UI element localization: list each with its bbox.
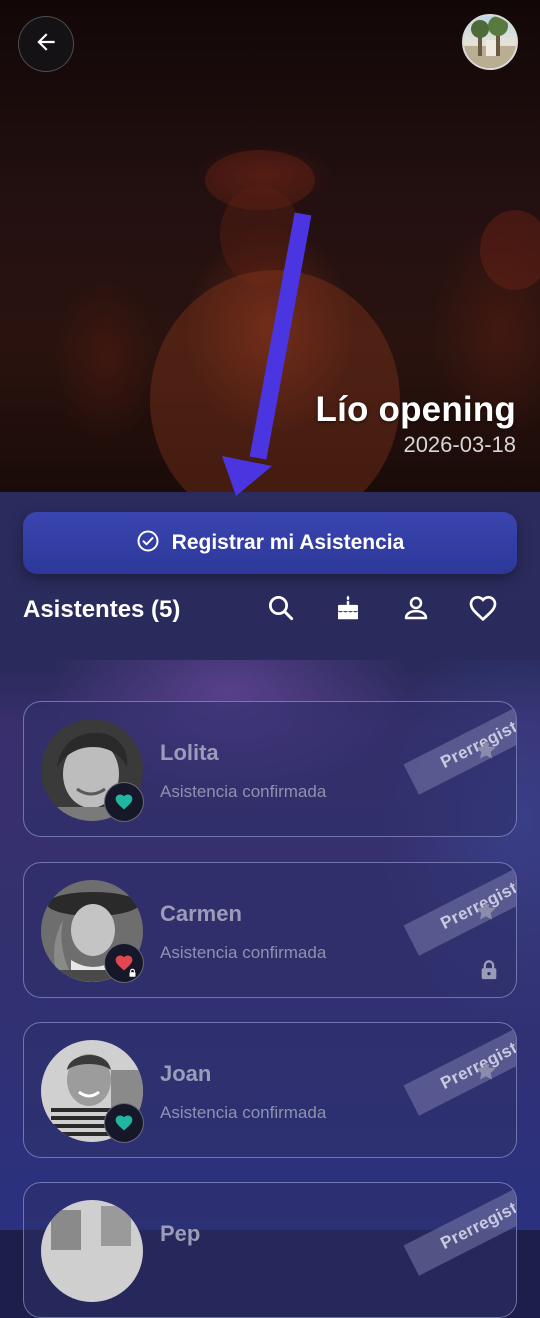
search-button[interactable] [263, 592, 299, 628]
heart-icon [115, 1115, 133, 1131]
attendee-card[interactable]: Pep Prerregistro [23, 1182, 517, 1318]
preregistration-ribbon: Prerregistro [403, 1183, 517, 1276]
user-avatar[interactable] [462, 14, 518, 70]
attendee-avatar [41, 1200, 143, 1302]
attendee-status: Asistencia confirmada [160, 1103, 327, 1122]
attendee-name: Pep [160, 1221, 201, 1246]
arrow-left-icon [33, 29, 59, 60]
preregistration-ribbon: Prerregistro [403, 1023, 516, 1116]
attendee-name: Joan [160, 1061, 212, 1086]
attendee-card[interactable]: Lolita Asistencia confirmada Prerregistr… [23, 701, 517, 837]
event-date: 2026-03-18 [403, 432, 516, 457]
hero-figure-body [150, 270, 400, 492]
cake-icon [333, 593, 363, 628]
attendee-card[interactable]: Carmen Asistencia confirmada Prerregistr… [23, 862, 517, 998]
heart-icon [115, 794, 133, 810]
search-icon [266, 593, 296, 628]
attendee-status: Asistencia confirmada [160, 782, 327, 801]
back-button[interactable] [18, 16, 74, 72]
star-icon[interactable] [474, 899, 498, 923]
attendance-badge [104, 1103, 144, 1143]
attendee-name: Lolita [160, 740, 219, 765]
star-icon[interactable] [474, 738, 498, 762]
attendee-status: Asistencia confirmada [160, 943, 327, 962]
hero-figure-right [480, 210, 540, 290]
birthday-filter-button[interactable] [330, 592, 366, 628]
event-title: Lío opening [315, 390, 516, 429]
register-attendance-button[interactable]: Registrar mi Asistencia [23, 512, 517, 574]
lock-icon [481, 960, 497, 980]
profile-filter-button[interactable] [398, 592, 434, 628]
attendance-badge [104, 943, 144, 983]
preregistration-ribbon: Prerregistro [403, 702, 516, 795]
attendees-title: Asistentes (5) [23, 596, 181, 623]
heart-outline-icon [467, 592, 499, 629]
attendance-badge [104, 782, 144, 822]
person-icon [401, 593, 431, 628]
attendee-card[interactable]: Joan Asistencia confirmada Prerregistro [23, 1022, 517, 1158]
check-circle-icon [136, 529, 160, 558]
preregistration-ribbon: Prerregistro [403, 863, 516, 956]
attendee-name: Carmen [160, 901, 242, 926]
ribbon-label: Prerregistro [437, 1190, 517, 1253]
favorites-filter-button[interactable] [465, 592, 501, 628]
small-lock-icon [129, 968, 136, 977]
register-attendance-label: Registrar mi Asistencia [171, 531, 405, 554]
star-icon[interactable] [474, 1059, 498, 1083]
